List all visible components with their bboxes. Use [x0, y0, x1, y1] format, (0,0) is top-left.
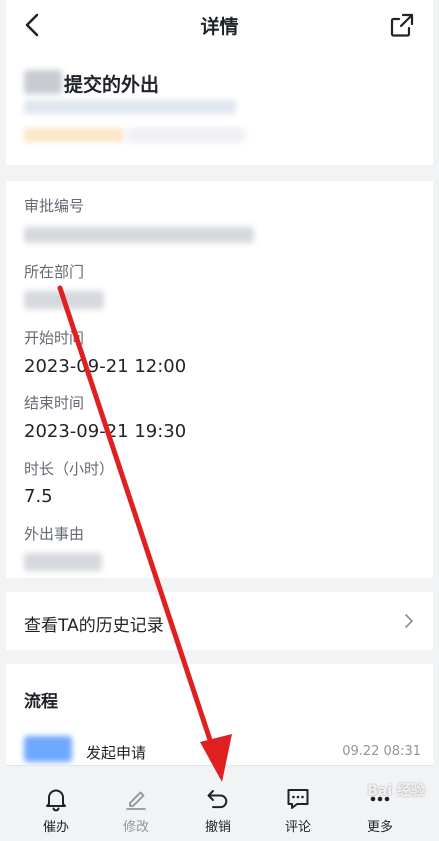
more-button-label: 更多: [366, 820, 393, 835]
flow-step-label: 发起申请: [86, 744, 147, 762]
reason-value: [24, 553, 102, 571]
edit-button-label: 修改: [122, 820, 149, 835]
end-time-value: 2023-09-21 19:30: [24, 421, 187, 442]
urge-button-label: 催办: [42, 820, 69, 835]
flow-card: 流程 发起申请 09.22 08:31: [6, 664, 433, 774]
comment-button-label: 评论: [284, 820, 311, 835]
summary-card: 提交的外出: [6, 50, 433, 165]
undo-icon: [207, 790, 228, 809]
approval-number-value: [24, 227, 254, 243]
bell-icon: [46, 789, 66, 812]
history-label: 查看TA的历史记录: [24, 616, 164, 636]
chevron-right-icon: [405, 614, 413, 628]
redacted-name: [24, 70, 62, 94]
redacted-extra: [126, 128, 246, 142]
top-nav-bar: 详情: [6, 0, 433, 50]
details-card: 审批编号 所在部门 开始时间 2023-09-21 12:00 结束时间 202…: [6, 181, 433, 578]
start-time-label: 开始时间: [24, 329, 85, 347]
watermark: Bai 经验: [367, 783, 425, 799]
revoke-button[interactable]: 撤销: [188, 786, 248, 835]
comment-icon: [287, 789, 309, 809]
comment-button[interactable]: 评论: [268, 786, 328, 835]
page-title: 详情: [200, 16, 239, 38]
summary-title: 提交的外出: [64, 74, 160, 96]
edit-icon: [126, 791, 146, 810]
app-frame: 详情 提交的外出 审批编号 所在部门 开始时间 2023-09-21 12:00…: [6, 0, 433, 841]
start-time-value: 2023-09-21 12:00: [24, 356, 187, 377]
approval-number-label: 审批编号: [24, 197, 85, 215]
duration-value: 7.5: [24, 486, 53, 507]
redacted-status: [24, 128, 124, 142]
history-row[interactable]: 查看TA的历史记录: [6, 592, 433, 650]
department-label: 所在部门: [24, 263, 85, 281]
flow-title: 流程: [24, 692, 58, 712]
duration-label: 时长（小时）: [24, 460, 115, 478]
revoke-button-label: 撤销: [204, 820, 231, 835]
urge-button[interactable]: 催办: [26, 786, 86, 835]
redacted-subtitle: [24, 100, 236, 114]
edit-button[interactable]: 修改: [106, 786, 166, 835]
applicant-avatar: [24, 736, 72, 762]
bottom-action-bar: 催办 修改 撤销 评论 更多: [6, 765, 433, 841]
reason-label: 外出事由: [24, 525, 85, 543]
flow-step-time: 09.22 08:31: [342, 744, 421, 759]
end-time-label: 结束时间: [24, 394, 85, 412]
share-icon[interactable]: [389, 12, 415, 38]
department-value: [24, 291, 104, 309]
